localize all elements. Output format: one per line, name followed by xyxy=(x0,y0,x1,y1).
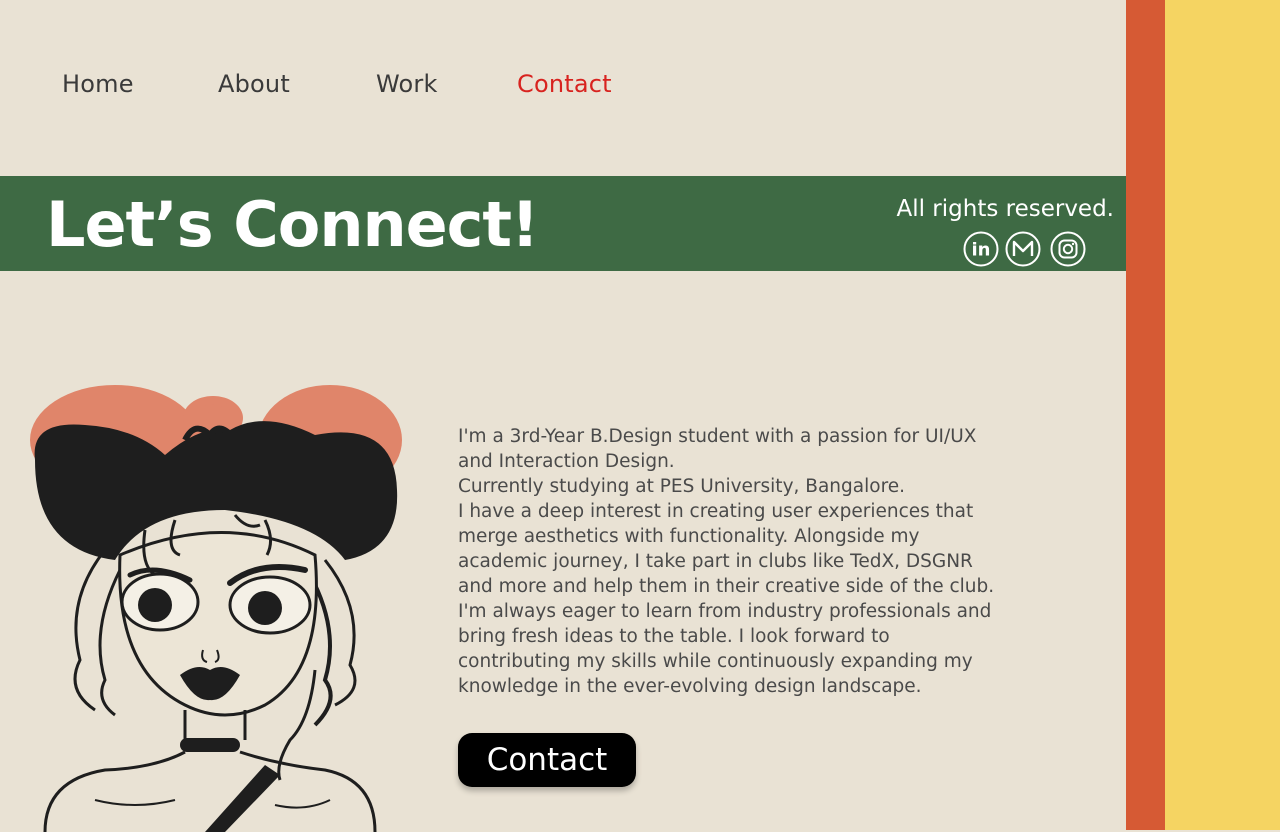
rights-text: All rights reserved. xyxy=(896,196,1114,222)
bio-paragraph: I have a deep interest in creating user … xyxy=(458,501,995,697)
yellow-side-stripe xyxy=(1165,0,1280,830)
nav-home-link[interactable]: Home xyxy=(62,70,134,98)
gmail-icon xyxy=(1005,231,1041,267)
instagram-icon xyxy=(1050,231,1086,267)
svg-text:in: in xyxy=(972,240,991,261)
nav-contact-link[interactable]: Contact xyxy=(517,70,612,98)
character-illustration xyxy=(25,380,415,832)
contact-button[interactable]: Contact xyxy=(458,733,636,787)
linkedin-link[interactable]: in xyxy=(963,231,999,267)
girl-portrait-image xyxy=(30,385,402,832)
connect-banner: Let’s Connect! All rights reserved. in xyxy=(0,176,1126,271)
bio-paragraph: Currently studying at PES University, Ba… xyxy=(458,476,906,497)
page-title: Let’s Connect! xyxy=(46,188,539,261)
bio-text: I'm a 3rd-Year B.Design student with a p… xyxy=(458,424,998,699)
orange-side-stripe xyxy=(1126,0,1165,830)
linkedin-icon: in xyxy=(963,231,999,267)
instagram-link[interactable] xyxy=(1050,231,1086,267)
nav-work-link[interactable]: Work xyxy=(376,70,438,98)
gmail-link[interactable] xyxy=(1005,231,1041,267)
bio-paragraph: I'm a 3rd-Year B.Design student with a p… xyxy=(458,426,977,472)
nav-about-link[interactable]: About xyxy=(218,70,290,98)
